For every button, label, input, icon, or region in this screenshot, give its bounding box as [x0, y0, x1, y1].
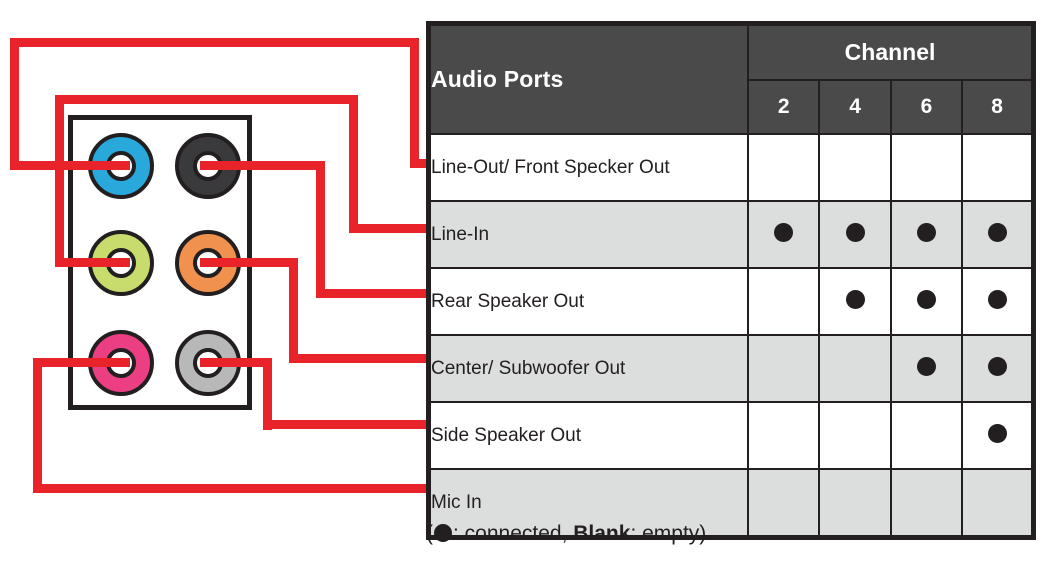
- wire-mic-in-tip: [40, 358, 130, 367]
- connected-dot-icon: [987, 423, 1007, 443]
- row-label: Line-Out/ Front Specker Out: [427, 133, 750, 202]
- channel-cell: [961, 267, 1035, 336]
- header-channel-4: 4: [818, 79, 892, 135]
- table-row: Center/ Subwoofer Out: [427, 334, 1035, 403]
- channel-cell: [747, 267, 821, 336]
- wire-mic-in-vertical: [33, 358, 42, 486]
- table-row: Line-Out/ Front Specker Out: [427, 133, 1035, 202]
- wire-rear-speaker-vertical: [316, 161, 325, 265]
- wire-side-speaker-entry: [263, 420, 430, 429]
- wire-center-subwoofer-entry: [289, 354, 430, 363]
- connected-dot-icon: [987, 356, 1007, 376]
- header-channel: Channel: [747, 22, 1035, 81]
- wire-line-in-entry: [349, 224, 430, 233]
- legend: ( : connected, Blank: empty): [426, 522, 706, 546]
- table-header: Audio Ports Channel 2 4 6 8: [427, 22, 1035, 135]
- channel-cell: [818, 401, 892, 470]
- channel-cell: [818, 267, 892, 336]
- wire-rear-speaker-tip: [205, 161, 320, 170]
- table-header-row-1: Audio Ports Channel: [427, 22, 1035, 135]
- row-label: Line-In: [427, 200, 750, 269]
- channel-cell: [818, 334, 892, 403]
- row-label: Center/ Subwoofer Out: [427, 334, 750, 403]
- channel-cell: [889, 200, 964, 269]
- wire-rear-speaker-entry: [316, 289, 430, 298]
- connected-dot-icon: [774, 222, 794, 242]
- table-row: Side Speaker Out: [427, 401, 1035, 470]
- connected-dot-icon: [916, 222, 936, 242]
- channel-cell: [747, 334, 821, 403]
- channel-cell: [747, 133, 821, 202]
- row-label: Side Speaker Out: [427, 401, 750, 470]
- channel-cell: [818, 200, 892, 269]
- channel-cell: [889, 133, 964, 202]
- table-row: Rear Speaker Out: [427, 267, 1035, 336]
- channel-cell: [961, 401, 1035, 470]
- connected-dot-icon: [987, 289, 1007, 309]
- connected-dot-icon: [987, 222, 1007, 242]
- wire-line-in-vertical-right: [349, 95, 358, 229]
- channel-cell: [961, 200, 1035, 269]
- channel-cell: [747, 468, 821, 539]
- connected-dot-icon: [916, 289, 936, 309]
- header-channel-8: 8: [961, 79, 1035, 135]
- header-channel-2: 2: [747, 79, 821, 135]
- audio-port-channel-table: Audio Ports Channel 2 4 6 8 Line-Out/ Fr…: [426, 21, 1036, 540]
- wire-mic-in-entry: [33, 484, 430, 493]
- wire-line-in-tip: [60, 258, 130, 267]
- legend-filled-dot-icon: [434, 524, 452, 542]
- channel-cell: [889, 267, 964, 336]
- legend-empty-text: : empty): [630, 522, 707, 545]
- channel-cell: [889, 468, 964, 539]
- wire-rear-speaker-vertical-2: [316, 256, 325, 298]
- channel-cell: [747, 401, 821, 470]
- legend-blank-word: Blank: [573, 522, 631, 545]
- wire-line-out-vertical-left: [10, 38, 19, 168]
- channel-cell: [818, 133, 892, 202]
- channel-cell: [818, 468, 892, 539]
- wire-line-in-vertical-left: [55, 95, 64, 267]
- channel-cell: [889, 334, 964, 403]
- channel-cell: [961, 468, 1035, 539]
- legend-open-paren: (: [426, 522, 433, 545]
- wire-center-subwoofer-tip: [205, 258, 295, 267]
- table-row: Line-In: [427, 200, 1035, 269]
- channel-cell: [961, 334, 1035, 403]
- legend-connected-text: : connected,: [453, 522, 574, 545]
- audio-port-channel-diagram: Audio Ports Channel 2 4 6 8 Line-Out/ Fr…: [0, 0, 1048, 561]
- channel-cell: [747, 200, 821, 269]
- channel-cell: [889, 401, 964, 470]
- wire-line-out-top: [10, 38, 419, 47]
- connected-dot-icon: [845, 289, 865, 309]
- wire-line-out-vertical-right: [410, 38, 419, 163]
- wire-center-subwoofer-vertical: [289, 258, 298, 362]
- connected-dot-icon: [916, 356, 936, 376]
- header-channel-6: 6: [889, 79, 964, 135]
- table-body: Line-Out/ Front Specker Out Line-In Rear S…: [427, 133, 1035, 539]
- connected-dot-icon: [845, 222, 865, 242]
- wire-line-in-top: [55, 95, 358, 104]
- header-audio-ports: Audio Ports: [427, 22, 750, 135]
- channel-cell: [961, 133, 1035, 202]
- wire-line-out-tip: [60, 161, 130, 170]
- row-label: Rear Speaker Out: [427, 267, 750, 336]
- wire-side-speaker-tip: [205, 358, 270, 367]
